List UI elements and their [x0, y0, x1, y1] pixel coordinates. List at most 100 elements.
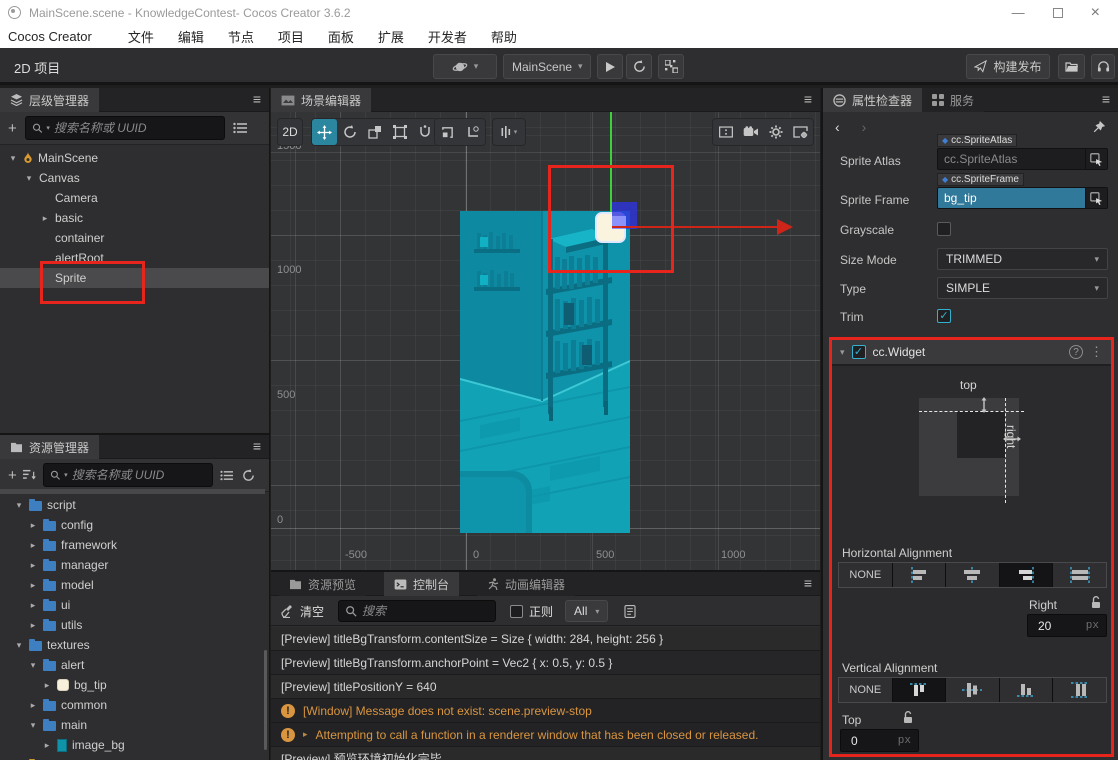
log-row[interactable]: [Preview] titleBgTransform.contentSize =…: [271, 627, 820, 651]
log-row[interactable]: [Preview] titlePositionY = 640: [271, 675, 820, 699]
clear-broom-icon[interactable]: [281, 605, 295, 618]
tab-asset-preview[interactable]: 资源预览: [279, 572, 366, 596]
v-align-none-button[interactable]: NONE: [839, 678, 892, 702]
chevron-right-icon[interactable]: ▸: [40, 213, 50, 224]
inspector-menu-icon[interactable]: ≡: [1102, 91, 1110, 107]
mode-2d-button[interactable]: 2D: [277, 118, 303, 146]
asset-folder-utils[interactable]: ▸utils: [0, 615, 269, 635]
search-mode-chevron-icon[interactable]: ▾: [46, 124, 50, 132]
refresh-assets-icon[interactable]: [242, 469, 255, 482]
expand-chevron-icon[interactable]: ▸: [303, 729, 308, 740]
hierarchy-search-input[interactable]: ▾: [25, 116, 225, 140]
h-align-right-button[interactable]: [1000, 563, 1053, 587]
tab-scene-editor[interactable]: 场景编辑器: [271, 88, 371, 112]
nav-back-icon[interactable]: ‹: [835, 119, 840, 135]
asset-folder-common[interactable]: ▸common: [0, 695, 269, 715]
nav-forward-icon[interactable]: ›: [862, 119, 867, 135]
asset-folder-main[interactable]: ▾main: [0, 715, 269, 735]
grayscale-checkbox[interactable]: [937, 222, 951, 236]
asset-folder-config[interactable]: ▸config: [0, 515, 269, 535]
scene-config-icon[interactable]: [788, 119, 813, 145]
platform-select[interactable]: ▾: [433, 54, 497, 79]
hierarchy-menu-icon[interactable]: ≡: [253, 91, 261, 107]
rotate-tool-button[interactable]: [337, 119, 362, 145]
widget-enabled-checkbox[interactable]: ✓: [852, 345, 866, 359]
tree-node-camera[interactable]: Camera: [0, 188, 269, 208]
tree-node-canvas[interactable]: ▾ Canvas: [0, 168, 269, 188]
open-project-folder-button[interactable]: [1058, 54, 1085, 79]
close-button[interactable]: ×: [1091, 5, 1100, 21]
pin-icon[interactable]: [1092, 120, 1106, 134]
log-row-warning[interactable]: ! ▸ Attempting to call a function in a r…: [271, 723, 820, 747]
assets-menu-icon[interactable]: ≡: [253, 438, 261, 454]
top-offset-value[interactable]: [841, 734, 881, 748]
chevron-down-icon[interactable]: ▾: [14, 500, 24, 511]
tab-assets[interactable]: 资源管理器: [0, 435, 99, 459]
widget-header[interactable]: ▾ ✓ cc.Widget ? ⋮: [832, 340, 1111, 366]
support-button[interactable]: [1091, 54, 1115, 79]
log-row[interactable]: [Preview] 预览环境初始化完毕: [271, 747, 820, 760]
tab-console[interactable]: 控制台: [384, 572, 459, 596]
move-tool-button[interactable]: [312, 119, 337, 145]
gear-icon[interactable]: [763, 119, 788, 145]
h-align-left-button[interactable]: [893, 563, 946, 587]
gizmo-x-axis-line[interactable]: [612, 226, 777, 228]
tab-animation-editor[interactable]: 动画编辑器: [477, 572, 575, 596]
maximize-button[interactable]: [1053, 8, 1063, 18]
h-align-center-button[interactable]: [946, 563, 999, 587]
v-align-middle-button[interactable]: [946, 678, 999, 702]
chevron-right-icon[interactable]: ▸: [28, 620, 38, 631]
chevron-down-icon[interactable]: ▾: [14, 640, 24, 651]
h-align-none-button[interactable]: NONE: [839, 563, 892, 587]
tree-node-sprite-selected[interactable]: Sprite: [0, 268, 269, 288]
chevron-right-icon[interactable]: ▸: [28, 560, 38, 571]
scale-tool-button[interactable]: [362, 119, 387, 145]
tree-node-alertroot[interactable]: alertRoot: [0, 248, 269, 268]
menu-help[interactable]: 帮助: [491, 27, 517, 46]
chevron-down-icon[interactable]: ▾: [28, 720, 38, 731]
gizmo-settings-dropdown[interactable]: ▾: [492, 118, 526, 146]
search-mode-chevron-icon[interactable]: ▾: [64, 471, 68, 479]
asset-picker-icon[interactable]: [1085, 149, 1107, 169]
menu-panel[interactable]: 面板: [328, 27, 354, 46]
right-offset-input[interactable]: px: [1027, 614, 1107, 637]
asset-folder-ui[interactable]: ▸ui: [0, 595, 269, 615]
asset-folder-script[interactable]: ▾script: [0, 495, 269, 515]
play-button[interactable]: [597, 54, 623, 79]
rect-tool-button[interactable]: [387, 119, 412, 145]
menu-app[interactable]: Cocos Creator: [8, 29, 92, 44]
chevron-right-icon[interactable]: ▸: [28, 580, 38, 591]
chevron-right-icon[interactable]: ▸: [28, 700, 38, 711]
unlock-icon[interactable]: [1090, 596, 1102, 609]
h-align-stretch-button[interactable]: [1053, 563, 1106, 587]
hierarchy-search-field[interactable]: [54, 121, 218, 135]
sprite-atlas-field[interactable]: cc.SpriteAtlas: [937, 148, 1108, 170]
asset-image-bg-tip[interactable]: ▸bg_tip: [0, 675, 269, 695]
scene-select[interactable]: MainScene▾: [503, 54, 591, 79]
menu-project[interactable]: 项目: [278, 27, 304, 46]
chevron-down-icon[interactable]: ▾: [24, 173, 34, 184]
tab-inspector[interactable]: 属性检查器: [823, 88, 922, 112]
chevron-right-icon[interactable]: ▸: [28, 540, 38, 551]
list-filter-icon[interactable]: [233, 122, 248, 134]
chevron-right-icon[interactable]: ▸: [28, 600, 38, 611]
top-offset-input[interactable]: px: [840, 729, 919, 752]
clear-console-button[interactable]: 清空: [300, 603, 324, 620]
asset-folder-manager[interactable]: ▸manager: [0, 555, 269, 575]
regex-checkbox[interactable]: [510, 605, 523, 618]
assets-search-field[interactable]: [72, 468, 206, 482]
chevron-right-icon[interactable]: ▸: [42, 680, 52, 691]
scene-menu-icon[interactable]: ≡: [804, 91, 812, 107]
reload-button[interactable]: [626, 54, 652, 79]
menu-developer[interactable]: 开发者: [428, 27, 467, 46]
scene-viewport[interactable]: 1500 1000 500 0 -500 0 500 1000: [271, 112, 820, 570]
chevron-right-icon[interactable]: ▸: [42, 740, 52, 751]
minimize-button[interactable]: —: [1012, 6, 1025, 19]
menu-edit[interactable]: 编辑: [178, 27, 204, 46]
preview-qr-button[interactable]: [658, 54, 684, 79]
chevron-right-icon[interactable]: ▸: [28, 520, 38, 531]
v-align-bottom-button[interactable]: [1000, 678, 1053, 702]
assets-search-input[interactable]: ▾: [43, 463, 213, 487]
menu-node[interactable]: 节点: [228, 27, 254, 46]
chevron-down-icon[interactable]: ▾: [8, 153, 18, 164]
